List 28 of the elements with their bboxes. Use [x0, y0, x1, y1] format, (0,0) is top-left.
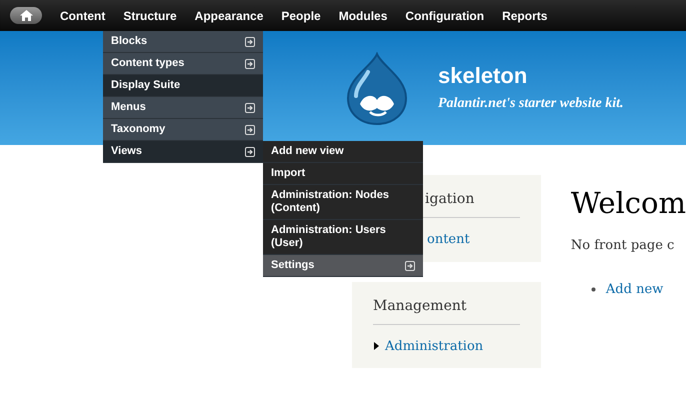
menu-item[interactable]: Display Suite [103, 75, 263, 97]
sidebar-link[interactable]: ontent [427, 230, 470, 250]
page-title: Welcom [570, 189, 686, 218]
toolbar-link[interactable]: People [272, 4, 330, 28]
toolbar-link[interactable]: Appearance [186, 4, 272, 28]
site-slogan: Palantir.net's starter website kit. [438, 94, 624, 113]
menu-item[interactable]: Menus [103, 97, 263, 119]
toolbar-link[interactable]: Configuration [396, 4, 494, 28]
site-name[interactable]: skeleton [438, 62, 624, 90]
page-text: No front page c [570, 237, 676, 255]
block-title: Management [373, 298, 466, 314]
menu-item[interactable]: Add new view [263, 141, 423, 163]
page-link[interactable]: Add new [606, 280, 664, 299]
menu-item[interactable]: Settings [263, 255, 423, 277]
menu-item[interactable]: Administration: Nodes (Content) [263, 185, 423, 220]
home-button[interactable] [10, 7, 42, 24]
toolbar-link[interactable]: Content [51, 4, 114, 28]
toolbar-link[interactable]: Reports [493, 4, 556, 28]
toolbar-link[interactable]: Modules [330, 4, 396, 28]
menu-item[interactable]: Views [103, 141, 263, 163]
toolbar-link[interactable]: Structure [114, 4, 186, 28]
sidebar-link[interactable]: Administration [385, 336, 484, 356]
triangle-icon [374, 342, 379, 350]
bullet-icon [590, 286, 596, 292]
menu-item[interactable]: Import [263, 163, 423, 185]
home-icon [20, 10, 32, 21]
block-title: igation [425, 191, 474, 207]
menu-item[interactable]: Blocks [103, 31, 263, 53]
